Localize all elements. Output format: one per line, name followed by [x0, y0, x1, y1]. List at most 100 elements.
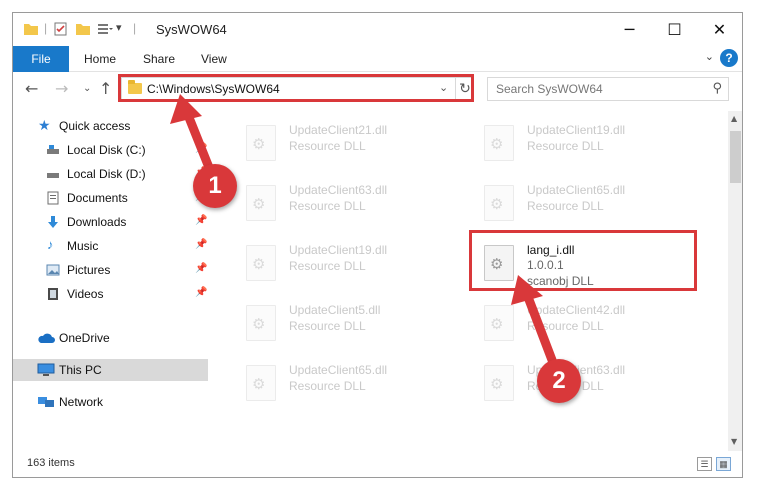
- sidebar-item-downloads[interactable]: Downloads 📌: [13, 211, 208, 233]
- file-name: UpdateClient42.dll: [527, 303, 626, 317]
- vertical-scrollbar[interactable]: ▲ ▼: [728, 111, 742, 451]
- sidebar-item-this-pc[interactable]: This PC: [13, 359, 208, 381]
- properties-icon[interactable]: [53, 21, 69, 37]
- sidebar-item-label: Quick access: [59, 119, 131, 133]
- tab-view[interactable]: View: [201, 52, 227, 66]
- sidebar-item-videos[interactable]: Videos 📌: [13, 283, 208, 305]
- file-item[interactable]: UpdateClient42.dll Resource DLL: [472, 297, 702, 353]
- dll-file-icon: [484, 305, 514, 341]
- navigation-pane: ★ Quick access Local Disk (C:) 📌 Local D…: [13, 111, 210, 451]
- file-type: Resource DLL: [289, 199, 366, 213]
- pin-icon[interactable]: 📌: [195, 239, 207, 250]
- large-icons-view-icon[interactable]: ▦: [716, 457, 731, 471]
- file-item[interactable]: UpdateClient21.dll Resource DLL: [234, 117, 464, 173]
- scroll-thumb[interactable]: [730, 131, 741, 183]
- search-input[interactable]: Search SysWOW64 ⚲: [487, 77, 729, 101]
- file-name: UpdateClient21.dll: [289, 123, 388, 137]
- sidebar-item-label: Local Disk (C:): [67, 143, 146, 157]
- file-highlight: [469, 230, 697, 291]
- search-icon[interactable]: ⚲: [712, 81, 722, 96]
- file-item[interactable]: UpdateClient19.dll Resource DLL: [234, 237, 464, 293]
- file-name: UpdateClient63.dll: [289, 183, 388, 197]
- dll-file-icon: [246, 125, 276, 161]
- scroll-down-icon[interactable]: ▼: [731, 437, 737, 446]
- new-folder-icon[interactable]: [75, 21, 91, 37]
- ribbon-tabs: File Home Share View ⌄ ?: [13, 46, 742, 72]
- drive-icon: [47, 145, 59, 154]
- sidebar-item-pictures[interactable]: Pictures 📌: [13, 259, 208, 281]
- quick-access-dropdown-icon[interactable]: ▾: [116, 21, 122, 34]
- minimize-button[interactable]: ─: [607, 13, 652, 46]
- pc-icon: [37, 363, 55, 376]
- pin-icon[interactable]: 📌: [195, 143, 207, 154]
- sidebar-item-label: Music: [67, 239, 99, 253]
- file-item[interactable]: UpdateClient5.dll Resource DLL: [234, 297, 464, 353]
- toolbar-separator: |: [133, 21, 137, 35]
- file-item[interactable]: UpdateClient63.dll Resource DLL: [472, 357, 702, 413]
- scroll-up-icon[interactable]: ▲: [731, 114, 737, 123]
- file-type: Resource DLL: [289, 319, 366, 333]
- maximize-button[interactable]: ☐: [652, 13, 697, 46]
- forward-icon[interactable]: →: [55, 79, 68, 98]
- pictures-icon: [46, 264, 60, 276]
- tab-file[interactable]: File: [13, 46, 69, 72]
- file-name: UpdateClient65.dll: [527, 183, 626, 197]
- file-item[interactable]: UpdateClient63.dll Resource DLL: [234, 177, 464, 233]
- file-name: UpdateClient65.dll: [289, 363, 388, 377]
- help-button[interactable]: ?: [720, 49, 738, 67]
- dll-file-icon: [484, 125, 514, 161]
- close-button[interactable]: ✕: [697, 13, 742, 46]
- dll-file-icon: [484, 185, 514, 221]
- sidebar-item-music[interactable]: ♪ Music 📌: [13, 235, 208, 257]
- sidebar-item-label: Downloads: [67, 215, 127, 229]
- sidebar-item-label: This PC: [59, 363, 102, 377]
- file-item[interactable]: UpdateClient19.dll Resource DLL: [472, 117, 702, 173]
- details-view-icon[interactable]: ☰: [697, 457, 712, 471]
- dll-file-icon: [484, 365, 514, 401]
- window-title: SysWOW64: [156, 22, 227, 37]
- file-item[interactable]: UpdateClient65.dll Resource DLL: [472, 177, 702, 233]
- tab-share[interactable]: Share: [143, 52, 175, 66]
- sidebar-item-quick-access[interactable]: ★ Quick access: [13, 115, 208, 137]
- search-placeholder: Search SysWOW64: [496, 82, 603, 96]
- sidebar-item-network[interactable]: Network: [13, 391, 208, 413]
- music-icon: ♪: [47, 237, 54, 252]
- file-type: Resource DLL: [527, 139, 604, 153]
- downloads-icon: [48, 216, 58, 228]
- step-1-badge: 1: [193, 164, 237, 208]
- sidebar-item-label: OneDrive: [59, 331, 110, 345]
- back-icon[interactable]: ←: [25, 79, 38, 98]
- pin-icon[interactable]: 📌: [195, 215, 207, 226]
- item-count: 163 items: [27, 457, 75, 469]
- network-icon: [38, 397, 54, 407]
- drive-icon: [47, 173, 59, 178]
- customize-toolbar-icon[interactable]: [97, 21, 113, 37]
- sidebar-item-local-disk-d[interactable]: Local Disk (D:) 📌: [13, 163, 208, 185]
- dll-file-icon: [246, 305, 276, 341]
- sidebar-item-label: Local Disk (D:): [67, 167, 146, 181]
- folder-icon: [24, 24, 38, 35]
- dll-file-icon: [246, 365, 276, 401]
- sidebar-item-local-disk-c[interactable]: Local Disk (C:) 📌: [13, 139, 208, 161]
- file-type: Resource DLL: [527, 319, 604, 333]
- videos-icon: [48, 288, 58, 300]
- sidebar-item-label: Network: [59, 395, 104, 409]
- up-icon[interactable]: ↑: [99, 79, 112, 98]
- star-icon: ★: [38, 117, 51, 133]
- pin-icon[interactable]: 📌: [195, 287, 207, 298]
- sidebar-item-label: Videos: [67, 287, 104, 301]
- step-2-badge: 2: [537, 359, 581, 403]
- title-bar: | ▾ | SysWOW64 ─ ☐ ✕: [13, 13, 742, 46]
- recent-locations-icon[interactable]: ⌄: [83, 83, 91, 94]
- sidebar-item-onedrive[interactable]: OneDrive: [13, 327, 208, 349]
- file-item[interactable]: UpdateClient65.dll Resource DLL: [234, 357, 464, 413]
- file-type: Resource DLL: [289, 379, 366, 393]
- dll-file-icon: [246, 245, 276, 281]
- expand-ribbon-icon[interactable]: ⌄: [705, 50, 714, 63]
- address-bar-highlight: [118, 74, 474, 102]
- tab-home[interactable]: Home: [84, 52, 116, 66]
- pin-icon[interactable]: 📌: [195, 263, 207, 274]
- cloud-icon: [38, 333, 55, 343]
- file-name: UpdateClient19.dll: [289, 243, 388, 257]
- sidebar-item-documents[interactable]: Documents 📌: [13, 187, 208, 209]
